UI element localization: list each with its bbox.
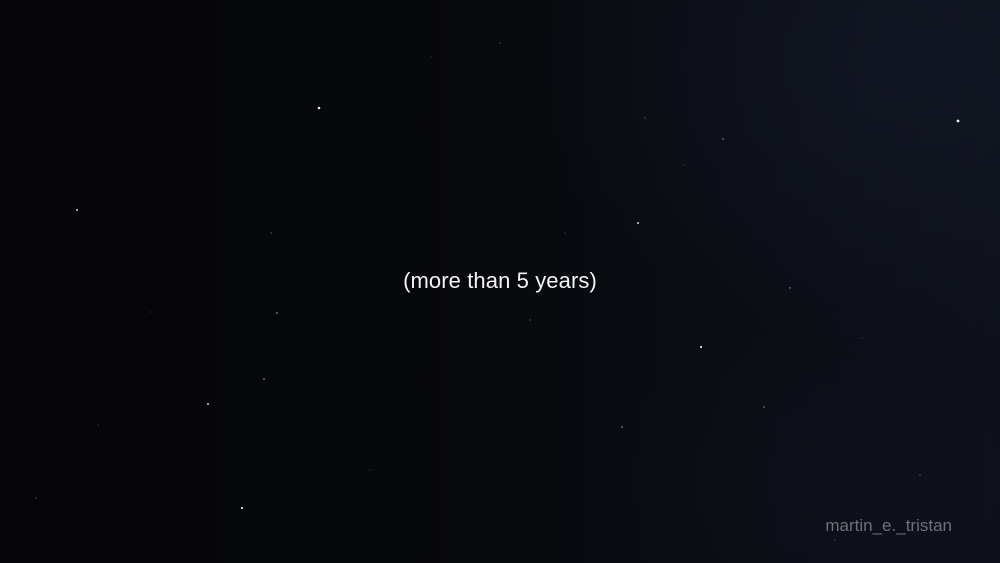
star: [35, 497, 37, 499]
star: [317, 106, 321, 110]
star: [763, 406, 765, 408]
star: [956, 119, 960, 123]
star: [430, 56, 432, 58]
star: [499, 42, 501, 44]
star: [270, 232, 272, 234]
star: [919, 474, 921, 476]
star: [861, 337, 863, 339]
star: [722, 138, 724, 140]
star: [97, 424, 99, 426]
star: [276, 312, 278, 314]
star: [644, 117, 646, 119]
star: [207, 403, 209, 405]
star: [240, 506, 244, 510]
star: [529, 319, 531, 321]
star: [564, 232, 566, 234]
star: [699, 345, 703, 349]
star: [834, 539, 836, 541]
star: [637, 222, 639, 224]
watermark-text: martin_e._tristan: [825, 516, 952, 535]
night-sky-scene: (more than 5 years) martin_e._tristan: [0, 0, 1000, 563]
star: [621, 426, 623, 428]
star: [149, 311, 151, 313]
star: [683, 164, 685, 166]
star: [369, 469, 371, 471]
star: [263, 378, 265, 380]
star: [76, 209, 78, 211]
caption-text: (more than 5 years): [403, 268, 597, 293]
